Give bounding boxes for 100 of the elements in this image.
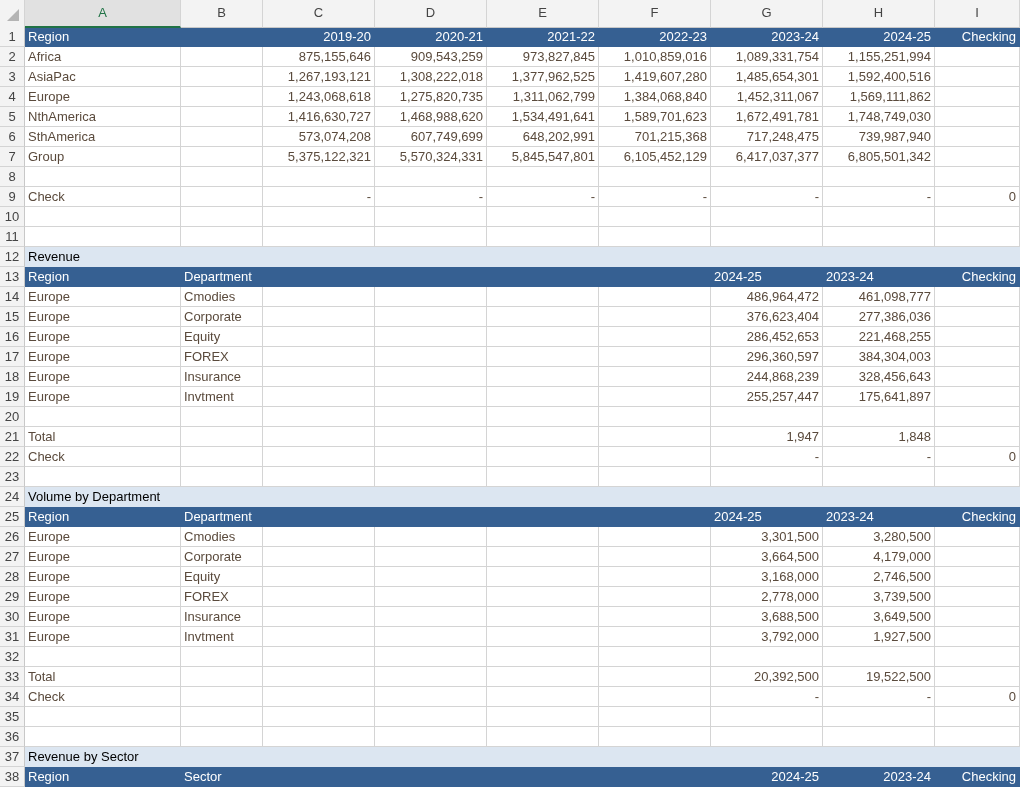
table-cell: Insurance (181, 607, 263, 627)
table-cell: 0 (935, 447, 1020, 467)
header-cell: Sector (181, 767, 263, 787)
column-header[interactable]: H (823, 0, 935, 28)
table-cell: 0 (935, 187, 1020, 207)
row-header[interactable]: 17 (0, 347, 25, 367)
table-cell: 1,089,331,754 (711, 47, 823, 67)
table-cell: 648,202,991 (487, 127, 599, 147)
table-cell: 1,589,701,623 (599, 107, 711, 127)
row-header[interactable]: 2 (0, 47, 25, 67)
row-header[interactable]: 33 (0, 667, 25, 687)
row-header[interactable]: 7 (0, 147, 25, 167)
row-header[interactable]: 3 (0, 67, 25, 87)
row-header[interactable]: 18 (0, 367, 25, 387)
table-cell: 0 (935, 687, 1020, 707)
row-header[interactable]: 14 (0, 287, 25, 307)
table-cell: 1,848 (823, 427, 935, 447)
row-header[interactable]: 27 (0, 547, 25, 567)
table-cell: - (823, 447, 935, 467)
table-cell: 3,664,500 (711, 547, 823, 567)
row-header[interactable]: 10 (0, 207, 25, 227)
row-header[interactable]: 19 (0, 387, 25, 407)
column-header[interactable]: I (935, 0, 1020, 28)
row-header[interactable]: 32 (0, 647, 25, 667)
header-cell: Department (181, 507, 263, 527)
table-cell: 573,074,208 (263, 127, 375, 147)
header-cell: Checking (935, 27, 1020, 47)
row-header[interactable]: 35 (0, 707, 25, 727)
row-header[interactable]: 9 (0, 187, 25, 207)
table-cell: Cmodies (181, 287, 263, 307)
row-header[interactable]: 21 (0, 427, 25, 447)
table-cell: Europe (25, 327, 181, 347)
row-header[interactable]: 1 (0, 27, 25, 47)
table-cell: 739,987,940 (823, 127, 935, 147)
table-cell: 3,792,000 (711, 627, 823, 647)
row-header[interactable]: 13 (0, 267, 25, 287)
row-header[interactable]: 4 (0, 87, 25, 107)
row-header[interactable]: 34 (0, 687, 25, 707)
column-header[interactable]: A (25, 0, 181, 28)
column-header[interactable]: C (263, 0, 375, 28)
table-cell: - (375, 187, 487, 207)
row-header[interactable]: 5 (0, 107, 25, 127)
header-cell: Region (25, 507, 181, 527)
column-header[interactable]: F (599, 0, 711, 28)
header-cell: 2022-23 (599, 27, 711, 47)
table-cell: Africa (25, 47, 181, 67)
table-cell: Check (25, 187, 181, 207)
row-header[interactable]: 26 (0, 527, 25, 547)
table-cell: Total (25, 427, 181, 447)
table-cell: 909,543,259 (375, 47, 487, 67)
table-cell: 255,257,447 (711, 387, 823, 407)
column-header[interactable]: B (181, 0, 263, 28)
header-cell: Checking (935, 767, 1020, 787)
row-header[interactable]: 31 (0, 627, 25, 647)
column-header[interactable]: D (375, 0, 487, 28)
header-cell: 2023-24 (711, 27, 823, 47)
row-header[interactable]: 37 (0, 747, 25, 767)
row-header[interactable]: 24 (0, 487, 25, 507)
table-cell: Corporate (181, 307, 263, 327)
table-cell: 1,010,859,016 (599, 47, 711, 67)
row-header[interactable]: 30 (0, 607, 25, 627)
table-cell: 1,155,251,994 (823, 47, 935, 67)
table-cell: Europe (25, 87, 181, 107)
table-cell: 1,927,500 (823, 627, 935, 647)
table-cell: 1,275,820,735 (375, 87, 487, 107)
select-all-icon[interactable] (7, 9, 19, 21)
table-cell: 1,947 (711, 427, 823, 447)
table-cell: - (711, 447, 823, 467)
table-cell: Insurance (181, 367, 263, 387)
table-cell: - (711, 187, 823, 207)
header-cell: 2024-25 (823, 27, 935, 47)
table-cell: 3,649,500 (823, 607, 935, 627)
table-cell: 1,311,062,799 (487, 87, 599, 107)
row-header[interactable]: 6 (0, 127, 25, 147)
row-header[interactable]: 8 (0, 167, 25, 187)
row-header[interactable]: 22 (0, 447, 25, 467)
row-header[interactable]: 25 (0, 507, 25, 527)
row-header[interactable]: 29 (0, 587, 25, 607)
column-header[interactable]: E (487, 0, 599, 28)
table-cell: 6,417,037,377 (711, 147, 823, 167)
table-cell: 1,384,068,840 (599, 87, 711, 107)
row-header[interactable]: 36 (0, 727, 25, 747)
table-cell: FOREX (181, 347, 263, 367)
row-header[interactable]: 38 (0, 767, 25, 787)
table-cell: 3,301,500 (711, 527, 823, 547)
table-cell: Invtment (181, 627, 263, 647)
row-header[interactable]: 23 (0, 467, 25, 487)
row-header[interactable]: 20 (0, 407, 25, 427)
row-header[interactable]: 11 (0, 227, 25, 247)
table-cell: 1,452,311,067 (711, 87, 823, 107)
table-cell: 6,805,501,342 (823, 147, 935, 167)
column-header[interactable]: G (711, 0, 823, 28)
header-cell: Checking (935, 267, 1020, 287)
table-cell: 1,468,988,620 (375, 107, 487, 127)
row-header[interactable]: 16 (0, 327, 25, 347)
row-header[interactable]: 12 (0, 247, 25, 267)
header-cell: Checking (935, 507, 1020, 527)
table-cell: 1,419,607,280 (599, 67, 711, 87)
row-header[interactable]: 15 (0, 307, 25, 327)
row-header[interactable]: 28 (0, 567, 25, 587)
